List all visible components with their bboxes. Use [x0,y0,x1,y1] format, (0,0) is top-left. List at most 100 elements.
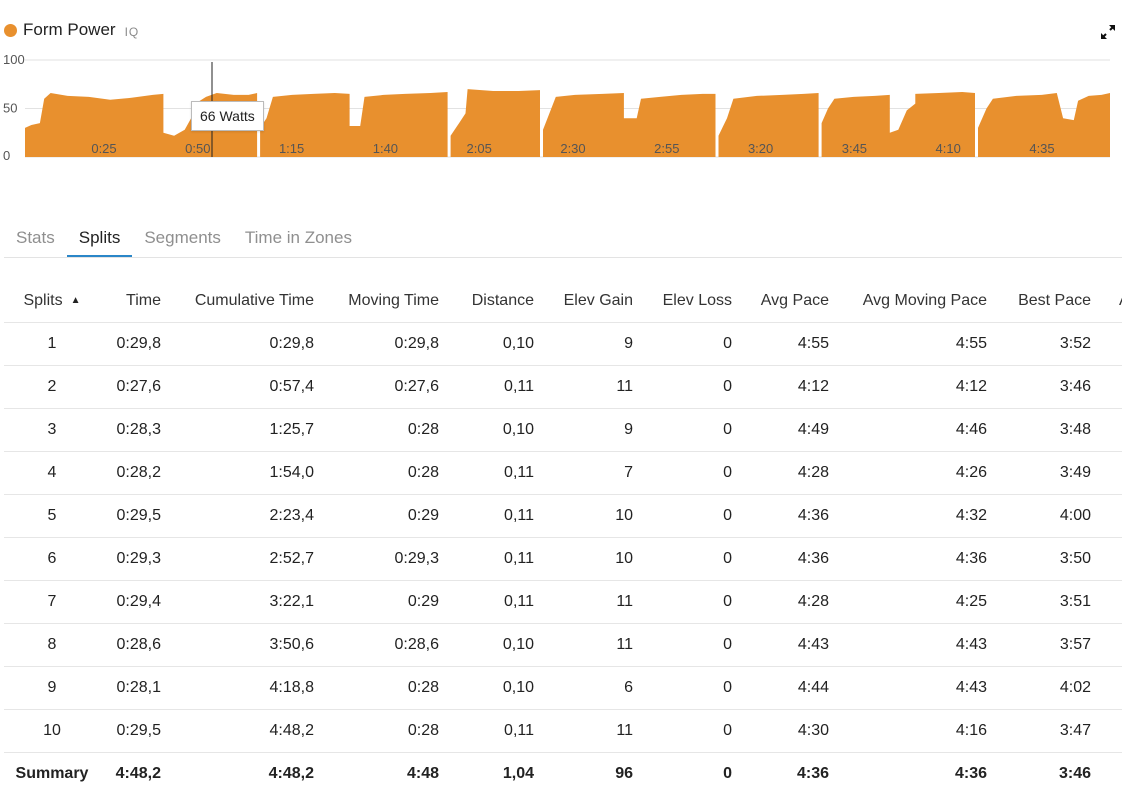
x-tick-label: 0:50 [185,141,210,156]
table-cell: 0:29,8 [328,322,453,366]
splits-table-container[interactable]: Splits ▲ Time Cumulative Time Moving Time… [4,280,1122,800]
table-cell: 0:27,6 [328,365,453,409]
x-tick-label: 2:30 [560,141,585,156]
table-cell: 4:36 [746,537,843,581]
table-cell: 9 [4,666,100,710]
table-cell: 0:28,2 [100,451,175,495]
table-cell: 3:46 [1001,365,1105,409]
table-cell: 0:28,6 [328,623,453,667]
table-cell: 4:32 [843,494,1001,538]
expand-icon[interactable] [1099,23,1117,41]
table-cell: 3:57 [1001,623,1105,667]
table-cell: 0 [647,623,746,667]
table-cell: 1 [4,322,100,366]
tab-segments[interactable]: Segments [132,223,233,256]
y-tick-label: 100 [3,52,25,67]
col-header-splits[interactable]: Splits ▲ [4,280,100,323]
col-header-elev-loss[interactable]: Elev Loss [647,280,746,323]
table-cell: 10 [548,494,647,538]
table-cell: 4:36 [746,494,843,538]
table-cell: 0:28 [328,408,453,452]
col-header-best-pace[interactable]: Best Pace [1001,280,1105,323]
table-row[interactable]: 1 0:29,8 0:29,8 0:29,8 0,10 9 0 4:55 4:55 3:52 [4,322,1122,366]
table-cell: 11 [548,623,647,667]
table-row[interactable]: 4 0:28,2 1:54,0 0:28 0,11 7 0 4:28 4:26 3:49 [4,451,1122,495]
x-tick-label: 2:55 [654,141,679,156]
table-cell: 3:48 [1001,408,1105,452]
table-row[interactable]: 10 0:29,5 4:48,2 0:28 0,11 11 0 4:30 4:16 3:47 [4,709,1122,753]
table-cell: 4:48,2 [100,752,175,795]
col-header-truncated[interactable]: A [1105,280,1122,323]
table-cell: 2:52,7 [175,537,328,581]
table-cell: 1,04 [453,752,548,795]
table-cell: 0,11 [453,494,548,538]
table-cell: 0:28 [328,709,453,753]
table-cell: 4:36 [746,752,843,795]
chart-svg: 100 50 0 0:25 0:50 1:15 1:40 2:05 2:30 2:55 3:20 3:… [3,52,1110,163]
table-cell: 4:48,2 [175,752,328,795]
legend-dot-icon [4,23,17,37]
table-row[interactable]: 6 0:29,3 2:52,7 0:29,3 0,11 10 0 4:36 4:36 3:50 [4,537,1122,581]
x-tick-label: 3:20 [748,141,773,156]
table-row[interactable]: 2 0:27,6 0:57,4 0:27,6 0,11 11 0 4:12 4:12 3:46 [4,365,1122,409]
table-row[interactable]: 8 0:28,6 3:50,6 0:28,6 0,10 11 0 4:43 4:43 3:57 [4,623,1122,667]
table-cell: 4:30 [746,709,843,753]
table-cell: 4:43 [843,623,1001,667]
x-tick-label: 3:45 [842,141,867,156]
summary-row[interactable]: Summary 4:48,2 4:48,2 4:48 1,04 96 0 4:36 4:36 3:… [4,752,1122,795]
table-row[interactable]: 7 0:29,4 3:22,1 0:29 0,11 11 0 4:28 4:25 3:51 [4,580,1122,624]
table-cell: 1:54,0 [175,451,328,495]
table-cell: 3:50,6 [175,623,328,667]
table-cell: 4:43 [843,666,1001,710]
table-cell: 3:46 [1001,752,1105,795]
chart-header: Form Power IQ [4,18,139,42]
table-cell: 0:29,8 [100,322,175,366]
table-cell: 4:02 [1001,666,1105,710]
table-cell: 4:48,2 [175,709,328,753]
table-cell: 6 [4,537,100,581]
tab-stats[interactable]: Stats [4,223,67,256]
table-body: 1 0:29,8 0:29,8 0:29,8 0,10 9 0 4:55 4:55 3:52 2 0:… [4,322,1122,795]
table-cell: 0:29,3 [328,537,453,581]
table-cell: 4:55 [746,322,843,366]
area-segment [450,89,540,157]
col-header-cumulative-time[interactable]: Cumulative Time [175,280,328,323]
table-cell: 5 [4,494,100,538]
table-cell: 0 [647,494,746,538]
x-tick-label: 2:05 [467,141,492,156]
col-header-avg-moving-pace[interactable]: Avg Moving Pace [843,280,1001,323]
col-header-distance[interactable]: Distance [453,280,548,323]
table-row[interactable]: 9 0:28,1 4:18,8 0:28 0,10 6 0 4:44 4:43 4:02 [4,666,1122,710]
form-power-chart[interactable]: 100 50 0 0:25 0:50 1:15 1:40 2:05 2:30 2:55 3:20 3:… [0,50,1135,165]
table-cell: 0 [647,580,746,624]
x-tick-label: 4:10 [936,141,961,156]
table-cell: 8 [4,623,100,667]
table-cell: 3:22,1 [175,580,328,624]
table-cell: 7 [548,451,647,495]
table-cell: 4:44 [746,666,843,710]
table-cell: 10 [4,709,100,753]
table-cell: 0,11 [453,580,548,624]
table-cell: 3:47 [1001,709,1105,753]
table-cell: 4:28 [746,580,843,624]
col-header-avg-pace[interactable]: Avg Pace [746,280,843,323]
table-cell: 3:51 [1001,580,1105,624]
table-cell: 0:29,5 [100,494,175,538]
table-cell [1105,709,1122,753]
col-header-elev-gain[interactable]: Elev Gain [548,280,647,323]
table-cell: 4:36 [843,537,1001,581]
col-header-time[interactable]: Time [100,280,175,323]
table-cell: 11 [548,365,647,409]
table-row[interactable]: 5 0:29,5 2:23,4 0:29 0,11 10 0 4:36 4:32 4:00 [4,494,1122,538]
table-cell: 3:49 [1001,451,1105,495]
table-cell: 0,10 [453,408,548,452]
table-cell: 0:29,5 [100,709,175,753]
table-cell: Summary [4,752,100,795]
table-cell: 4:36 [843,752,1001,795]
col-header-moving-time[interactable]: Moving Time [328,280,453,323]
table-cell [1105,623,1122,667]
table-row[interactable]: 3 0:28,3 1:25,7 0:28 0,10 9 0 4:49 4:46 3:48 [4,408,1122,452]
tab-time-in-zones[interactable]: Time in Zones [233,223,364,256]
table-cell: 4:43 [746,623,843,667]
tab-splits[interactable]: Splits [66,223,133,257]
